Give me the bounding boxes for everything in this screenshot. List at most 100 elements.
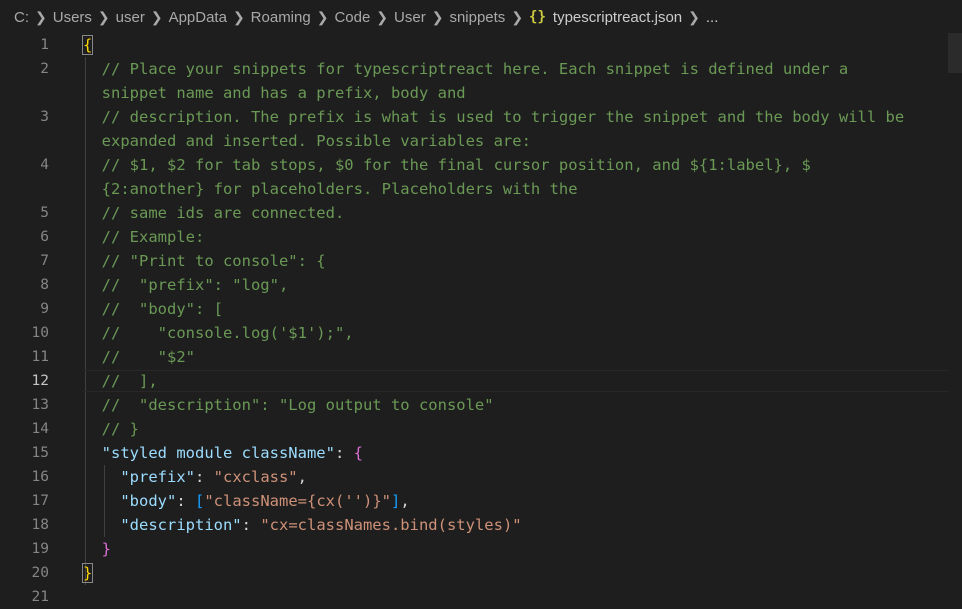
code-line[interactable]: 14 // }	[0, 417, 962, 441]
line-number: 12	[31, 373, 49, 389]
scrollbar-track[interactable]	[948, 33, 962, 73]
line-number: 5	[40, 205, 49, 221]
line-number: 21	[31, 589, 49, 605]
line-number: 4	[40, 157, 49, 173]
breadcrumb-user-folder[interactable]: User	[394, 9, 426, 26]
comment-text: // "description": "Log output to console…	[83, 396, 494, 414]
close-bracket: ]	[390, 492, 401, 510]
code-line[interactable]: 15 "styled module className": {	[0, 441, 962, 465]
code-editor[interactable]: 1 { 2 // Place your snippets for typescr…	[0, 33, 962, 609]
close-brace: }	[81, 563, 94, 583]
breadcrumb-ellipsis[interactable]: ...	[706, 9, 719, 26]
line-number: 11	[31, 349, 49, 365]
code-line[interactable]: 3 // description. The prefix is what is …	[0, 105, 962, 129]
comment-text: // "$2"	[83, 348, 195, 366]
chevron-right-icon: ❯	[150, 8, 163, 25]
breadcrumb-code[interactable]: Code	[334, 9, 370, 26]
breadcrumb-user[interactable]: user	[116, 9, 145, 26]
line-number: 10	[31, 325, 49, 341]
comment-text: {2:another} for placeholders. Placeholde…	[83, 180, 578, 198]
open-bracket: [	[195, 492, 205, 510]
line-number: 13	[31, 397, 49, 413]
open-brace: {	[353, 444, 363, 462]
comma: ,	[400, 492, 410, 510]
breadcrumb-drive[interactable]: C:	[14, 9, 29, 26]
code-line-wrap[interactable]: snippet name and has a prefix, body and	[0, 81, 962, 105]
colon: :	[194, 468, 214, 486]
json-key: "body"	[120, 492, 177, 510]
comment-text: expanded and inserted. Possible variable…	[83, 132, 531, 150]
chevron-right-icon: ❯	[376, 8, 389, 25]
json-string: "className={cx('')}"	[204, 492, 391, 510]
json-key: "prefix"	[120, 468, 195, 486]
comment-text: // Place your snippets for typescriptrea…	[83, 60, 849, 78]
code-line[interactable]: 2 // Place your snippets for typescriptr…	[0, 57, 962, 81]
comment-text: // $1, $2 for tab stops, $0 for the fina…	[83, 156, 811, 174]
line-number: 15	[31, 445, 49, 461]
code-line[interactable]: 18 "description": "cx=classNames.bind(st…	[0, 513, 962, 537]
colon: :	[334, 444, 354, 462]
comment-text: // ],	[83, 372, 158, 390]
json-string: "cx=classNames.bind(styles)"	[260, 516, 522, 534]
code-line[interactable]: 9 // "body": [	[0, 297, 962, 321]
code-line[interactable]: 17 "body": ["className={cx('')}"],	[0, 489, 962, 513]
code-line[interactable]: 4 // $1, $2 for tab stops, $0 for the fi…	[0, 153, 962, 177]
code-line[interactable]: 6 // Example:	[0, 225, 962, 249]
line-number: 16	[31, 469, 49, 485]
chevron-right-icon: ❯	[511, 8, 524, 25]
close-brace: }	[101, 540, 112, 558]
line-number: 2	[40, 61, 49, 77]
comment-text: // "body": [	[83, 300, 223, 318]
chevron-right-icon: ❯	[431, 8, 444, 25]
chevron-right-icon: ❯	[316, 8, 329, 25]
line-number: 19	[31, 541, 49, 557]
line-number: 6	[40, 229, 49, 245]
code-line-active[interactable]: 12 // ],	[0, 369, 962, 393]
json-file-icon: {}	[529, 9, 546, 25]
breadcrumb-roaming[interactable]: Roaming	[251, 9, 311, 26]
comma: ,	[297, 468, 307, 486]
breadcrumb-snippets[interactable]: snippets	[449, 9, 505, 26]
comment-text: // }	[83, 420, 139, 438]
code-line[interactable]: 8 // "prefix": "log",	[0, 273, 962, 297]
code-line[interactable]: 1 {	[0, 33, 962, 57]
code-line[interactable]: 19 }	[0, 537, 962, 561]
comment-text: snippet name and has a prefix, body and	[83, 84, 466, 102]
line-number: 17	[31, 493, 49, 509]
line-number: 3	[40, 109, 49, 125]
json-key: "styled module className"	[101, 444, 335, 462]
code-line[interactable]: 16 "prefix": "cxclass",	[0, 465, 962, 489]
colon: :	[241, 516, 261, 534]
code-line[interactable]: 20 }	[0, 561, 962, 585]
chevron-right-icon: ❯	[688, 8, 700, 25]
json-key: "description"	[120, 516, 242, 534]
line-number: 9	[40, 301, 49, 317]
line-number: 18	[31, 517, 49, 533]
line-number: 8	[40, 277, 49, 293]
chevron-right-icon: ❯	[35, 8, 47, 25]
json-string: "cxclass"	[213, 468, 298, 486]
code-line[interactable]: 11 // "$2"	[0, 345, 962, 369]
breadcrumb-appdata[interactable]: AppData	[169, 9, 227, 26]
code-line-wrap[interactable]: expanded and inserted. Possible variable…	[0, 129, 962, 153]
code-line[interactable]: 10 // "console.log('$1');",	[0, 321, 962, 345]
code-line[interactable]: 7 // "Print to console": {	[0, 249, 962, 273]
line-number: 1	[40, 37, 49, 53]
breadcrumb-file[interactable]: typescriptreact.json	[553, 9, 682, 26]
comment-text: // "Print to console": {	[83, 252, 326, 270]
code-line[interactable]: 13 // "description": "Log output to cons…	[0, 393, 962, 417]
chevron-right-icon: ❯	[97, 8, 110, 25]
line-number: 7	[40, 253, 49, 269]
breadcrumb: C: ❯ Users ❯ user ❯ AppData ❯ Roaming ❯ …	[0, 0, 962, 34]
comment-text: // "console.log('$1');",	[83, 324, 354, 342]
chevron-right-icon: ❯	[232, 8, 245, 25]
code-line[interactable]: 21	[0, 585, 962, 609]
comment-text: // same ids are connected.	[83, 204, 345, 222]
open-brace: {	[81, 35, 94, 55]
line-number: 20	[31, 565, 49, 581]
line-number: 14	[31, 421, 49, 437]
colon: :	[176, 492, 195, 510]
code-line-wrap[interactable]: {2:another} for placeholders. Placeholde…	[0, 177, 962, 201]
breadcrumb-users[interactable]: Users	[53, 9, 92, 26]
code-line[interactable]: 5 // same ids are connected.	[0, 201, 962, 225]
